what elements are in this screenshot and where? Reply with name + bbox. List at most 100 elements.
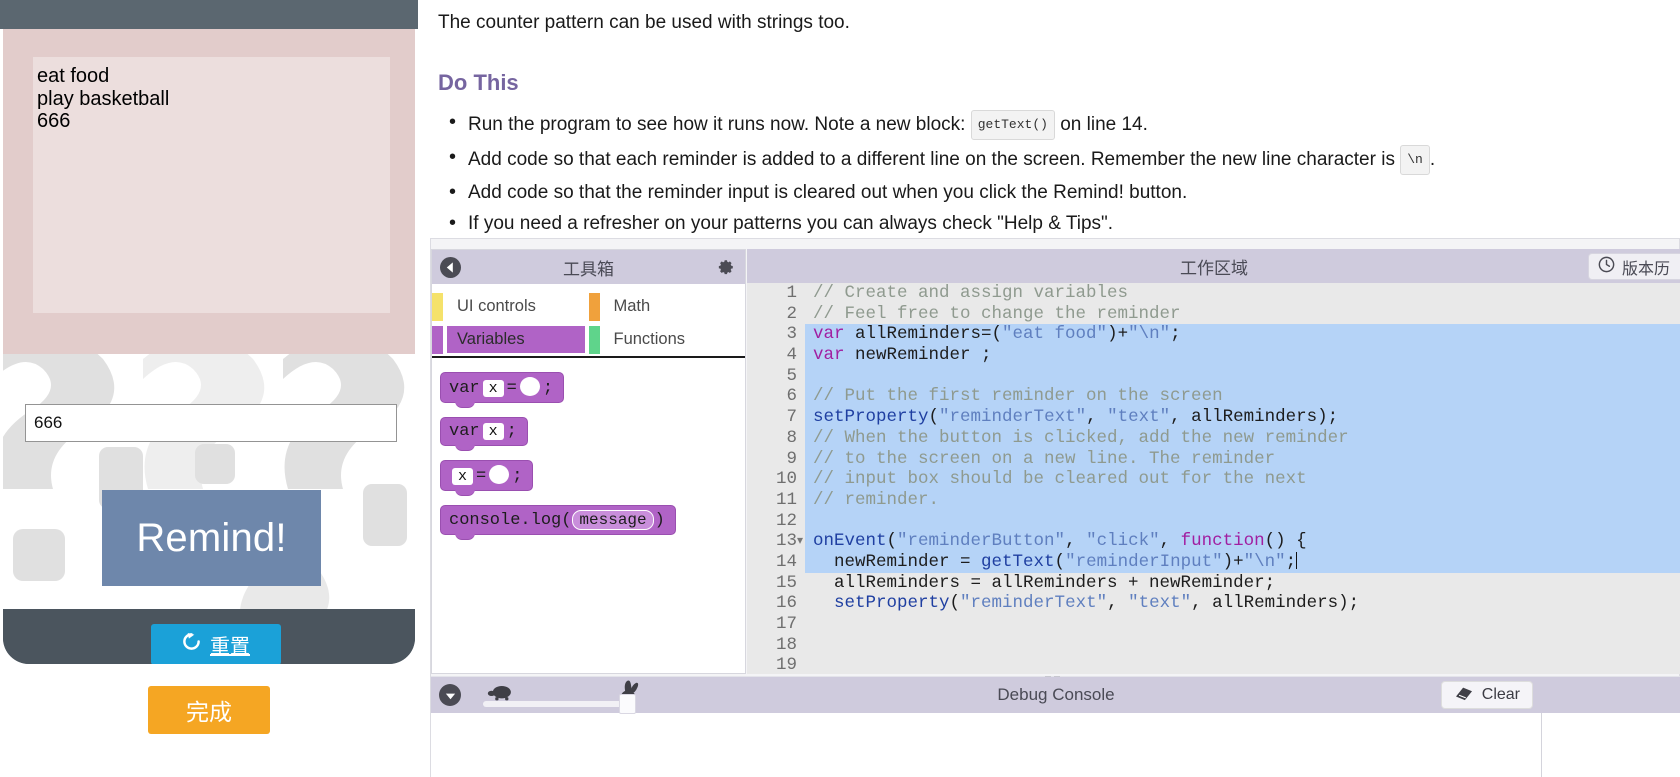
code-token: "click" (1086, 531, 1160, 552)
gear-icon[interactable] (715, 256, 737, 278)
code-token: ; (1170, 324, 1181, 345)
app-preview-panel: eat food play basketball 666 Remind! 重置 (0, 0, 418, 777)
block-token: = (476, 467, 487, 486)
code-line[interactable]: 14 newReminder = getText("reminderInput"… (747, 551, 1680, 573)
category-color-swatch (432, 292, 443, 321)
code-line[interactable]: 7 setProperty("reminderText", "text", all… (747, 407, 1680, 428)
code-token: "\n" (1243, 551, 1286, 572)
reset-button[interactable]: 重置 (151, 624, 281, 664)
eraser-icon (1454, 685, 1474, 706)
block-var-assign[interactable]: var x =; (440, 372, 565, 408)
line-number: 6 (747, 386, 805, 408)
code-token: // Feel free to change the reminder (813, 303, 1181, 324)
console-side-pane (1542, 713, 1680, 777)
finish-button[interactable]: 完成 (148, 686, 270, 734)
code-line-text: onEvent("reminderButton", "click", funct… (813, 531, 1307, 552)
block-slot-variable[interactable]: x (452, 468, 474, 485)
code-token: "\n" (1128, 324, 1171, 345)
ide-container: 工具箱 UI controls Math Variables Functions… (430, 238, 1680, 777)
category-functions[interactable]: Functions (588, 323, 746, 356)
category-ui-controls[interactable]: UI controls (432, 290, 589, 323)
code-line[interactable]: 10 // input box should be cleared out for… (747, 469, 1680, 490)
block-assign[interactable]: x =; (440, 460, 534, 496)
reminder-input[interactable] (25, 404, 397, 442)
editor-header: 工作区域 版本历 (747, 249, 1680, 283)
code-line-text: var newReminder ; (813, 345, 992, 366)
line-number: 7 (747, 407, 805, 428)
code-line[interactable]: 16 setProperty("reminderText", "text", a… (747, 593, 1680, 615)
code-token: newReminder ; (844, 345, 992, 366)
code-line[interactable]: 12 (747, 510, 1680, 532)
category-label: UI controls (457, 297, 536, 315)
block-token: ; (542, 379, 554, 398)
category-math[interactable]: Math (588, 290, 746, 323)
code-text-area[interactable]: 1 // Create and assign variables 2 // Feel … (747, 283, 1680, 674)
back-arrow-icon[interactable] (440, 257, 461, 278)
console-drag-handle[interactable] (1045, 668, 1071, 699)
code-token: )+ (1222, 551, 1244, 572)
code-token: // Create and assign variables (813, 283, 1129, 303)
code-line[interactable]: 15 allReminders = allReminders + newRemi… (747, 572, 1680, 594)
instruction-item: Add code so that the reminder input is c… (438, 179, 1672, 206)
line-number: 14 (747, 551, 805, 573)
block-slot-variable[interactable]: x (482, 423, 504, 440)
code-line[interactable]: 18 (747, 634, 1680, 656)
code-line[interactable]: 13 ▾ onEvent("reminderButton", "click", fu… (747, 531, 1680, 552)
block-token: = (506, 379, 517, 398)
code-line[interactable]: 3 var allReminders=("eat food")+"\n"; (747, 324, 1680, 346)
code-fold-toggle[interactable]: ▾ (797, 531, 803, 552)
block-var-declare[interactable]: var x; (440, 417, 528, 451)
code-line-text: // When the button is clicked, add the n… (813, 428, 1349, 449)
line-number: 12 (747, 510, 805, 532)
category-variables[interactable]: Variables (432, 323, 589, 356)
block-console-log[interactable]: console.log(message) (440, 505, 676, 540)
instruction-text-pre: Run the program to see how it runs now. … (468, 114, 966, 135)
debug-console-panel: Debug Console Clear (431, 676, 1680, 777)
instruction-text-post: . (1429, 149, 1436, 170)
code-token: getText (981, 551, 1055, 572)
code-line[interactable]: 11 // reminder. (747, 489, 1680, 511)
line-number: 10 (747, 469, 805, 490)
inline-code-newline: \n (1400, 145, 1430, 175)
code-line[interactable]: 6 // Put the first reminder on the screen (747, 386, 1680, 408)
app-screen: eat food play basketball 666 Remind! (3, 29, 415, 609)
console-output (431, 713, 1680, 777)
code-line[interactable]: 9 // to the screen on a new line. The rem… (747, 448, 1680, 470)
code-line[interactable]: 19 (747, 655, 1680, 674)
block-slot-value[interactable] (489, 465, 510, 484)
code-line-text: // Create and assign variables (813, 283, 1128, 304)
reminder-text-value: eat food play basketball 666 (37, 65, 170, 132)
code-line-text: setProperty("reminderText", "text", allR… (813, 407, 1338, 428)
remind-button[interactable]: Remind! (102, 490, 321, 586)
code-line[interactable]: 2 // Feel free to change the reminder (747, 303, 1680, 325)
code-token: var (813, 345, 845, 366)
reset-icon (182, 632, 201, 657)
instruction-item: If you need a refresher on your patterns… (438, 210, 1672, 237)
instruction-item: Add code so that each reminder is added … (438, 144, 1672, 175)
instructions-intro: The counter pattern can be used with str… (438, 12, 850, 33)
code-token: allReminders = allReminders + newReminde… (813, 572, 1276, 593)
code-line[interactable]: 8 // When the button is clicked, add the … (747, 427, 1680, 449)
code-token: ( (1054, 551, 1066, 572)
code-token: // to the screen on a new line. The remi… (813, 448, 1276, 469)
version-history-button[interactable]: 版本历 (1587, 253, 1680, 280)
text-cursor (1296, 551, 1298, 569)
code-token: setProperty (813, 593, 950, 614)
code-line-text: newReminder = getText("reminderInput")+"… (813, 551, 1298, 573)
code-token: () { (1264, 531, 1307, 552)
code-line[interactable]: 17 (747, 614, 1680, 635)
toolbox-header: 工具箱 (432, 250, 745, 284)
ide-top-drag-handle[interactable] (1045, 241, 1071, 272)
clear-console-button[interactable]: Clear (1440, 681, 1533, 709)
code-line[interactable]: 1 // Create and assign variables (747, 283, 1680, 304)
block-slot-variable[interactable]: x (482, 380, 504, 397)
line-number: 5 (747, 365, 805, 387)
block-slot-value[interactable] (519, 377, 540, 396)
code-line-text: var allReminders=("eat food")+"\n"; (813, 324, 1181, 345)
debug-console-toolbar: Debug Console Clear (431, 677, 1680, 714)
code-line[interactable]: 4 var newReminder ; (747, 345, 1680, 366)
code-line[interactable]: 5 (747, 365, 1680, 387)
instructions-heading: Do This (438, 70, 519, 95)
instruction-text-pre: If you need a refresher on your patterns… (468, 213, 1114, 234)
block-slot-message[interactable]: message (572, 510, 654, 530)
